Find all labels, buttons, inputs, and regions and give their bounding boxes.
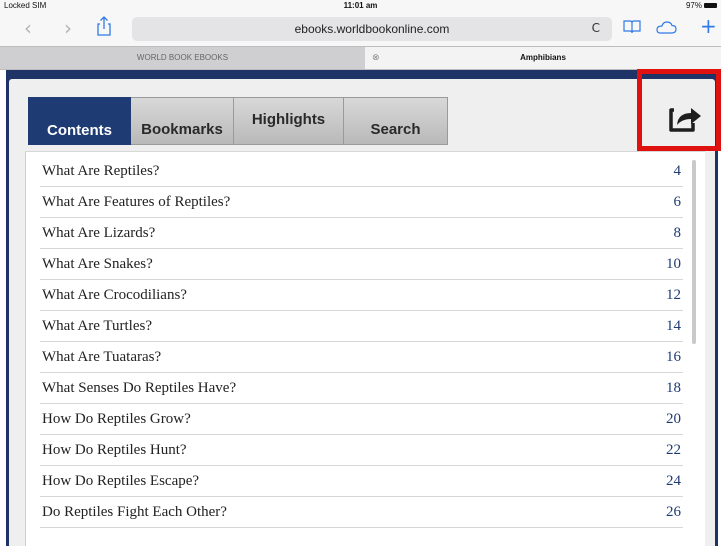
clock-label: 11:01 am <box>343 1 378 10</box>
toc-item-page[interactable]: 6 <box>674 194 682 211</box>
toc-item-page[interactable]: 18 <box>666 380 681 397</box>
tab-bookmarks[interactable]: Bookmarks <box>131 97 234 145</box>
status-bar: Locked SIM 11:01 am 97% <box>0 0 721 12</box>
toc-item-title[interactable]: How Do Reptiles Hunt? <box>42 442 187 459</box>
toc-item-title[interactable]: What Are Snakes? <box>42 256 153 273</box>
toc-row[interactable]: How Do Reptiles Hunt? 22 <box>40 435 683 466</box>
forward-icon[interactable]: › <box>64 18 72 38</box>
toc-item-page[interactable]: 20 <box>666 411 681 428</box>
toc-item-page[interactable]: 16 <box>666 349 681 366</box>
close-tab-icon[interactable]: ⊗ <box>372 47 380 69</box>
toc-item-title[interactable]: What Senses Do Reptiles Have? <box>42 380 236 397</box>
toc-row[interactable]: Do Reptiles Fight Each Other? 26 <box>40 497 683 528</box>
add-tab-icon[interactable]: + <box>700 14 717 38</box>
toc-item-page[interactable]: 26 <box>666 504 681 521</box>
toc-item-page[interactable]: 8 <box>674 225 682 242</box>
toc-item-page[interactable]: 22 <box>666 442 681 459</box>
toc-item-title[interactable]: Do Reptiles Fight Each Other? <box>42 504 227 521</box>
toc-row[interactable]: What Senses Do Reptiles Have? 18 <box>40 373 683 404</box>
toc-item-page[interactable]: 12 <box>666 287 681 304</box>
share-icon[interactable] <box>97 16 111 36</box>
toc-item-title[interactable]: How Do Reptiles Escape? <box>42 473 199 490</box>
toc-item-page[interactable]: 10 <box>666 256 681 273</box>
contents-list: What Are Reptiles? 4 What Are Features of … <box>25 151 705 546</box>
cloud-icon[interactable] <box>655 21 677 34</box>
toc-item-page[interactable]: 14 <box>666 318 681 335</box>
browser-tab-strip: WORLD BOOK EBOOKS Amphibians ⊗ <box>0 46 721 70</box>
url-text: ebooks.worldbookonline.com <box>294 22 450 36</box>
toc-row[interactable]: What Are Lizards? 8 <box>40 218 683 249</box>
toc-row[interactable]: How Do Reptiles Grow? 20 <box>40 404 683 435</box>
battery-percent: 97% <box>685 1 702 10</box>
toc-row[interactable]: What Are Features of Reptiles? 6 <box>40 187 683 218</box>
reload-icon[interactable]: C <box>592 21 600 35</box>
address-bar[interactable]: ebooks.worldbookonline.com C <box>132 17 612 41</box>
back-icon[interactable]: ‹ <box>24 18 32 38</box>
toc-item-page[interactable]: 24 <box>666 473 681 490</box>
scrollbar[interactable] <box>692 160 696 344</box>
toc-item-page[interactable]: 4 <box>674 163 682 180</box>
browser-toolbar: ‹ › ebooks.worldbookonline.com C + <box>0 12 721 46</box>
battery-icon <box>704 3 717 8</box>
toc-row[interactable]: What Are Turtles? 14 <box>40 311 683 342</box>
toc-row[interactable]: How Do Reptiles Escape? 24 <box>40 466 683 497</box>
toc-row[interactable]: What Are Crocodilians? 12 <box>40 280 683 311</box>
tab-contents[interactable]: Contents <box>28 97 131 145</box>
bookmarks-icon[interactable] <box>623 20 641 34</box>
toc-item-title[interactable]: How Do Reptiles Grow? <box>42 411 191 428</box>
toc-item-title[interactable]: What Are Crocodilians? <box>42 287 187 304</box>
tab-search[interactable]: Search <box>344 97 448 145</box>
tab-world-book-ebooks[interactable]: WORLD BOOK EBOOKS <box>0 47 365 69</box>
tab-highlights[interactable]: Highlights <box>234 97 344 145</box>
toc-item-title[interactable]: What Are Tuataras? <box>42 349 161 366</box>
toc-item-title[interactable]: What Are Features of Reptiles? <box>42 194 230 211</box>
toc-item-title[interactable]: What Are Reptiles? <box>42 163 159 180</box>
toc-item-title[interactable]: What Are Turtles? <box>42 318 152 335</box>
toc-row[interactable]: What Are Tuataras? 16 <box>40 342 683 373</box>
export-share-icon[interactable] <box>665 97 705 137</box>
tab-amphibians[interactable]: Amphibians <box>365 47 721 69</box>
toc-row[interactable]: What Are Reptiles? 4 <box>40 156 683 187</box>
toc-row[interactable]: What Are Snakes? 10 <box>40 249 683 280</box>
reader-tab-bar: Contents Bookmarks Highlights Search <box>28 97 448 145</box>
toc-item-title[interactable]: What Are Lizards? <box>42 225 155 242</box>
battery-indicator: 97% <box>686 1 717 10</box>
